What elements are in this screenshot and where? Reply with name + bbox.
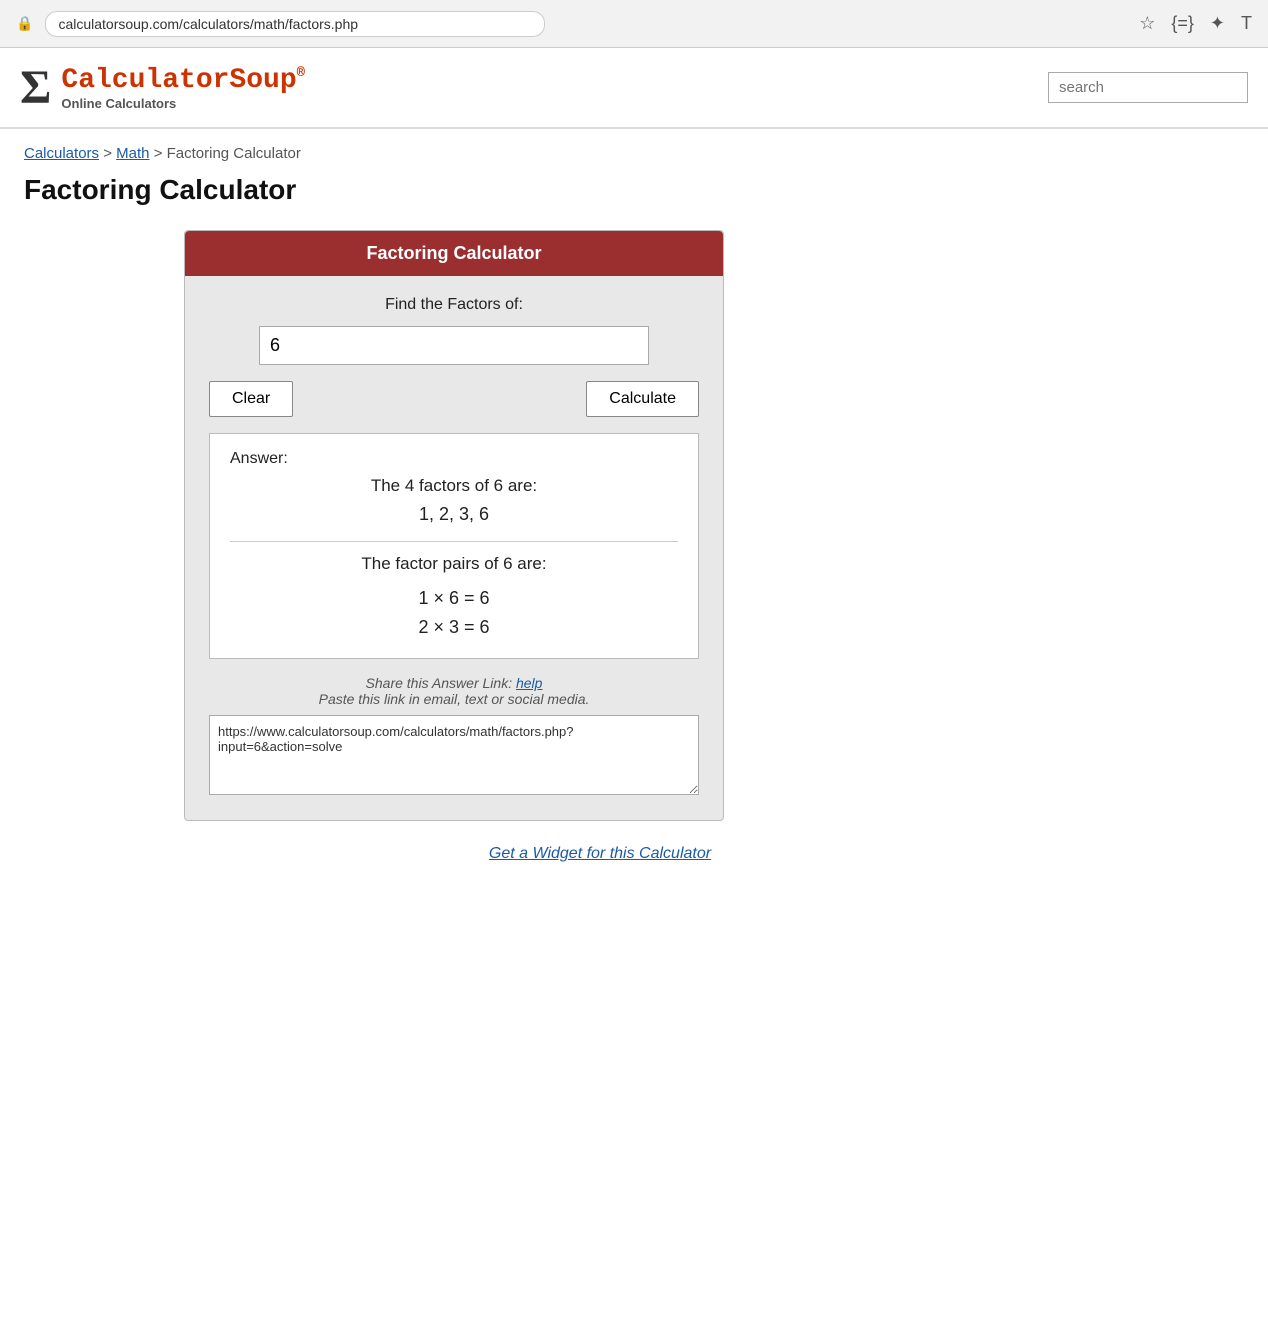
factors-title: The 4 factors of 6 are:: [230, 476, 678, 496]
share-paste-text: Paste this link in email, text or social…: [319, 691, 590, 707]
answer-box: Answer: The 4 factors of 6 are: 1, 2, 3,…: [209, 433, 699, 659]
logo-subtitle: Online Calculators: [61, 96, 305, 111]
lock-icon: 🔒: [16, 15, 33, 32]
get-widget-link[interactable]: Get a Widget for this Calculator: [24, 837, 1176, 879]
logo-text: CalculatorSoup® Online Calculators: [61, 65, 305, 111]
sigma-icon: Σ: [20, 60, 51, 115]
calculator-header: Factoring Calculator: [185, 231, 723, 276]
breadcrumb-current: Factoring Calculator: [167, 145, 301, 162]
clear-button[interactable]: Clear: [209, 381, 293, 417]
answer-content: The 4 factors of 6 are: 1, 2, 3, 6 The f…: [230, 476, 678, 642]
calc-buttons: Clear Calculate: [209, 381, 699, 417]
calculator-body: Find the Factors of: Clear Calculate Ans…: [185, 276, 723, 820]
calc-input-label: Find the Factors of:: [209, 296, 699, 314]
calculator-widget: Factoring Calculator Find the Factors of…: [184, 230, 724, 821]
share-link-textarea[interactable]: [209, 715, 699, 795]
calculate-button[interactable]: Calculate: [586, 381, 699, 417]
logo-area: Σ CalculatorSoup® Online Calculators: [20, 60, 305, 115]
site-header: Σ CalculatorSoup® Online Calculators: [0, 48, 1268, 129]
calc-number-input[interactable]: [259, 326, 649, 365]
share-help-link[interactable]: help: [516, 675, 542, 691]
breadcrumb-sep2: >: [154, 145, 167, 162]
share-section: Share this Answer Link: help Paste this …: [209, 675, 699, 707]
breadcrumb-math[interactable]: Math: [116, 145, 149, 162]
logo-title: CalculatorSoup®: [61, 65, 305, 96]
breadcrumb: Calculators > Math > Factoring Calculato…: [24, 145, 1176, 162]
factor-pairs: 1 × 6 = 6 2 × 3 = 6: [230, 584, 678, 642]
url-bar[interactable]: calculatorsoup.com/calculators/math/fact…: [45, 11, 545, 37]
logo-reg: ®: [297, 65, 305, 81]
code-icon[interactable]: {=}: [1171, 13, 1194, 34]
page-wrapper: 博 Σ CalculatorSoup® Online Calculators C…: [0, 48, 1268, 1318]
factors-list: 1, 2, 3, 6: [230, 504, 678, 525]
main-content: Calculators > Math > Factoring Calculato…: [0, 129, 1268, 895]
star-icon[interactable]: ☆: [1139, 13, 1155, 34]
content-area: Calculators > Math > Factoring Calculato…: [0, 129, 1200, 895]
answer-label: Answer:: [230, 450, 678, 468]
logo-name-red: Soup: [229, 65, 296, 96]
factor-pair-1: 1 × 6 = 6: [230, 584, 678, 613]
browser-icons: ☆ {=} ✦ T: [1139, 13, 1252, 34]
page-title: Factoring Calculator: [24, 174, 1176, 206]
factor-pair-2: 2 × 3 = 6: [230, 613, 678, 642]
text-icon[interactable]: T: [1241, 13, 1252, 34]
share-text: Share this Answer Link:: [366, 675, 513, 691]
answer-divider: [230, 541, 678, 542]
search-input[interactable]: [1048, 72, 1248, 103]
factor-pairs-title: The factor pairs of 6 are:: [230, 554, 678, 574]
dropbox-icon[interactable]: ✦: [1210, 13, 1225, 34]
browser-bar: 🔒 calculatorsoup.com/calculators/math/fa…: [0, 0, 1268, 48]
breadcrumb-calculators[interactable]: Calculators: [24, 145, 99, 162]
logo-name-black: Calculator: [61, 65, 229, 96]
breadcrumb-sep1: >: [103, 145, 116, 162]
